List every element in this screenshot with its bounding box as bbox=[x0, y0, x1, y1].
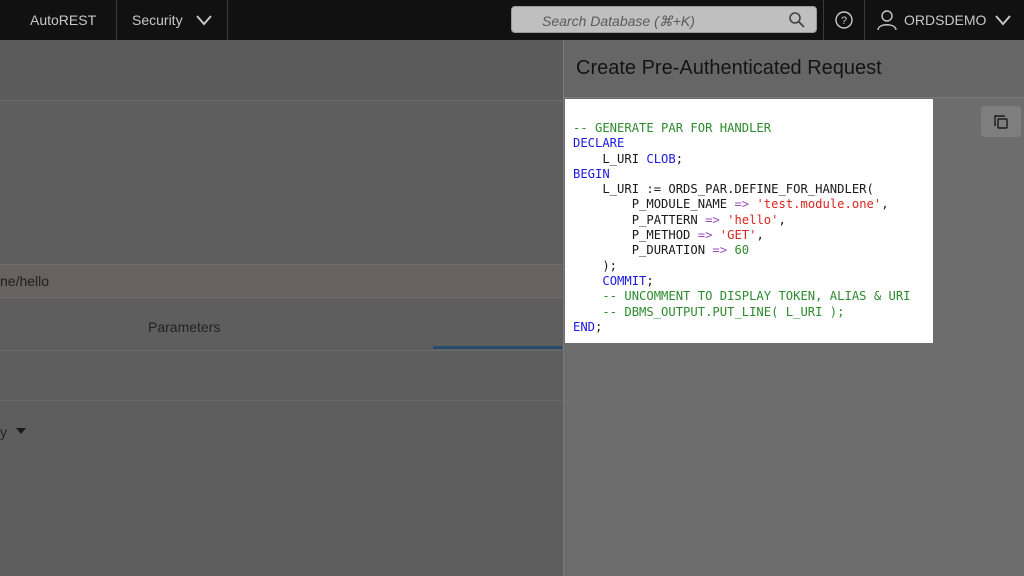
code-token: L_URI bbox=[573, 151, 647, 166]
svg-text:?: ? bbox=[841, 15, 847, 27]
background-page-overlay: ne/hello Parameters y bbox=[0, 40, 562, 576]
code-number: 60 bbox=[734, 243, 750, 258]
nav-divider bbox=[864, 0, 865, 40]
drawer-header: Create Pre-Authenticated Request bbox=[564, 40, 1024, 98]
code-line: P_PATTERN => 'hello', bbox=[573, 213, 933, 228]
nav-divider bbox=[227, 0, 228, 40]
nav-autorest[interactable]: AutoREST bbox=[30, 0, 96, 40]
copy-button[interactable] bbox=[981, 106, 1021, 137]
search-input[interactable]: Search Database (⌘+K) bbox=[511, 6, 817, 33]
code-token: ; bbox=[675, 151, 684, 166]
code-line: L_URI CLOB; bbox=[573, 152, 933, 167]
copy-icon bbox=[994, 115, 1008, 129]
code-keyword: END bbox=[573, 319, 596, 334]
drawer-title: Create Pre-Authenticated Request bbox=[576, 57, 882, 79]
background-url-text: ne/hello bbox=[0, 273, 50, 289]
top-bar: AutoREST Security Search Database (⌘+K) … bbox=[0, 0, 1024, 40]
code-line: P_DURATION => 60 bbox=[573, 243, 933, 258]
user-menu[interactable]: ORDSDEMO bbox=[904, 0, 986, 40]
code-line: P_METHOD => 'GET', bbox=[573, 228, 933, 243]
background-divider bbox=[0, 400, 562, 401]
nav-security-label: Security bbox=[132, 12, 183, 28]
code-block[interactable]: -- GENERATE PAR FOR HANDLER DECLARE L_UR… bbox=[565, 99, 933, 343]
code-token: ; bbox=[646, 273, 654, 288]
code-token: P_PATTERN bbox=[573, 212, 706, 227]
code-token: ; bbox=[595, 319, 603, 334]
chevron-down-icon[interactable] bbox=[994, 12, 1012, 28]
caret-down-icon bbox=[16, 428, 26, 434]
code-token: , bbox=[778, 212, 786, 227]
user-icon[interactable] bbox=[877, 9, 897, 31]
code-operator: => bbox=[697, 228, 713, 243]
code-string: 'test.module.one' bbox=[756, 197, 882, 212]
active-tab-indicator bbox=[433, 346, 562, 349]
background-tabs: Parameters bbox=[0, 297, 562, 351]
code-token: P_DURATION bbox=[573, 243, 713, 258]
help-icon[interactable]: ? bbox=[834, 10, 854, 30]
code-operator: => bbox=[712, 243, 728, 258]
nav-security[interactable]: Security bbox=[132, 0, 183, 40]
code-line: DECLARE bbox=[573, 136, 625, 151]
code-string: 'hello' bbox=[727, 212, 779, 227]
search-icon bbox=[789, 12, 805, 28]
code-token: P_MODULE_NAME bbox=[573, 197, 735, 212]
code-line: COMMIT; bbox=[573, 274, 933, 289]
code-line: -- UNCOMMENT TO DISPLAY TOKEN, ALIAS & U… bbox=[573, 289, 911, 304]
code-keyword: COMMIT bbox=[602, 273, 647, 288]
background-header bbox=[0, 40, 562, 101]
nav-autorest-label: AutoREST bbox=[30, 12, 97, 28]
search-placeholder: Search Database (⌘+K) bbox=[542, 13, 695, 29]
code-keyword: CLOB bbox=[646, 151, 676, 166]
background-select-text: y bbox=[0, 424, 7, 440]
code-line: -- DBMS_OUTPUT.PUT_LINE( L_URI ); bbox=[573, 304, 845, 319]
code-line: ); bbox=[573, 258, 618, 273]
code-token: P_METHOD bbox=[573, 228, 698, 243]
code-line: BEGIN bbox=[573, 166, 610, 181]
nav-divider bbox=[116, 0, 117, 40]
nav-divider bbox=[823, 0, 824, 40]
tab-parameters: Parameters bbox=[148, 319, 221, 335]
code-line: P_MODULE_NAME => 'test.module.one', bbox=[573, 197, 933, 212]
code-operator: => bbox=[705, 212, 720, 227]
code-operator: => bbox=[734, 197, 750, 212]
code-token: , bbox=[881, 197, 889, 212]
code-string: 'GET' bbox=[719, 228, 757, 243]
code-token: , bbox=[756, 228, 764, 243]
background-url-row: ne/hello bbox=[0, 264, 562, 298]
chevron-down-icon[interactable] bbox=[195, 12, 213, 28]
username-label: ORDSDEMO bbox=[904, 12, 987, 28]
code-line: L_URI := ORDS_PAR.DEFINE_FOR_HANDLER( bbox=[573, 182, 874, 197]
code-line: END; bbox=[573, 320, 933, 335]
code-line: -- GENERATE PAR FOR HANDLER bbox=[573, 121, 772, 135]
